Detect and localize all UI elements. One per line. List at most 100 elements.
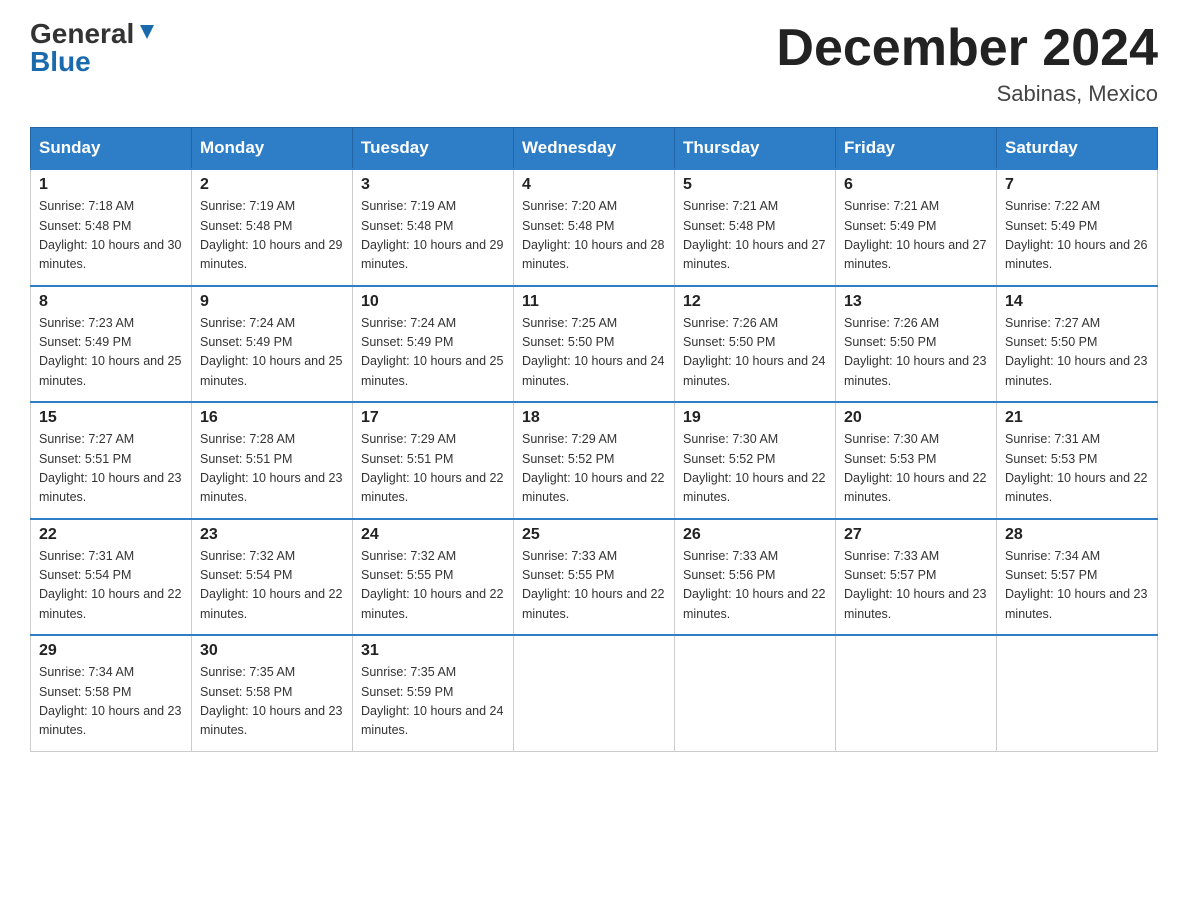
calendar-day-cell: 8 Sunrise: 7:23 AMSunset: 5:49 PMDayligh…	[31, 286, 192, 403]
day-number: 29	[39, 642, 183, 660]
calendar-day-cell: 16 Sunrise: 7:28 AMSunset: 5:51 PMDaylig…	[192, 402, 353, 519]
day-number: 27	[844, 526, 988, 544]
day-info: Sunrise: 7:29 AMSunset: 5:52 PMDaylight:…	[522, 430, 666, 508]
day-info: Sunrise: 7:20 AMSunset: 5:48 PMDaylight:…	[522, 197, 666, 275]
day-info: Sunrise: 7:19 AMSunset: 5:48 PMDaylight:…	[361, 197, 505, 275]
calendar-day-cell	[514, 635, 675, 751]
title-block: December 2024 Sabinas, Mexico	[776, 20, 1158, 107]
day-number: 2	[200, 176, 344, 194]
day-number: 18	[522, 409, 666, 427]
calendar-day-cell: 12 Sunrise: 7:26 AMSunset: 5:50 PMDaylig…	[675, 286, 836, 403]
logo-text-general: General	[30, 20, 134, 48]
day-number: 28	[1005, 526, 1149, 544]
day-number: 16	[200, 409, 344, 427]
calendar-day-cell: 14 Sunrise: 7:27 AMSunset: 5:50 PMDaylig…	[997, 286, 1158, 403]
day-info: Sunrise: 7:27 AMSunset: 5:50 PMDaylight:…	[1005, 314, 1149, 392]
day-info: Sunrise: 7:26 AMSunset: 5:50 PMDaylight:…	[844, 314, 988, 392]
day-number: 13	[844, 293, 988, 311]
day-info: Sunrise: 7:21 AMSunset: 5:48 PMDaylight:…	[683, 197, 827, 275]
calendar-day-cell: 25 Sunrise: 7:33 AMSunset: 5:55 PMDaylig…	[514, 519, 675, 636]
day-info: Sunrise: 7:26 AMSunset: 5:50 PMDaylight:…	[683, 314, 827, 392]
day-info: Sunrise: 7:27 AMSunset: 5:51 PMDaylight:…	[39, 430, 183, 508]
calendar-day-cell: 23 Sunrise: 7:32 AMSunset: 5:54 PMDaylig…	[192, 519, 353, 636]
calendar-day-cell: 3 Sunrise: 7:19 AMSunset: 5:48 PMDayligh…	[353, 169, 514, 286]
calendar-day-cell: 11 Sunrise: 7:25 AMSunset: 5:50 PMDaylig…	[514, 286, 675, 403]
calendar-day-cell: 26 Sunrise: 7:33 AMSunset: 5:56 PMDaylig…	[675, 519, 836, 636]
calendar-day-cell: 2 Sunrise: 7:19 AMSunset: 5:48 PMDayligh…	[192, 169, 353, 286]
calendar-day-cell: 31 Sunrise: 7:35 AMSunset: 5:59 PMDaylig…	[353, 635, 514, 751]
col-friday: Friday	[836, 128, 997, 170]
calendar-table: Sunday Monday Tuesday Wednesday Thursday…	[30, 127, 1158, 752]
calendar-day-cell	[675, 635, 836, 751]
day-info: Sunrise: 7:23 AMSunset: 5:49 PMDaylight:…	[39, 314, 183, 392]
day-number: 11	[522, 293, 666, 311]
col-thursday: Thursday	[675, 128, 836, 170]
calendar-week-row-3: 15 Sunrise: 7:27 AMSunset: 5:51 PMDaylig…	[31, 402, 1158, 519]
day-number: 6	[844, 176, 988, 194]
col-wednesday: Wednesday	[514, 128, 675, 170]
calendar-day-cell: 9 Sunrise: 7:24 AMSunset: 5:49 PMDayligh…	[192, 286, 353, 403]
day-info: Sunrise: 7:32 AMSunset: 5:54 PMDaylight:…	[200, 547, 344, 625]
day-number: 17	[361, 409, 505, 427]
day-info: Sunrise: 7:22 AMSunset: 5:49 PMDaylight:…	[1005, 197, 1149, 275]
day-number: 26	[683, 526, 827, 544]
calendar-day-cell: 13 Sunrise: 7:26 AMSunset: 5:50 PMDaylig…	[836, 286, 997, 403]
calendar-day-cell: 17 Sunrise: 7:29 AMSunset: 5:51 PMDaylig…	[353, 402, 514, 519]
calendar-day-cell: 15 Sunrise: 7:27 AMSunset: 5:51 PMDaylig…	[31, 402, 192, 519]
day-number: 10	[361, 293, 505, 311]
day-info: Sunrise: 7:34 AMSunset: 5:58 PMDaylight:…	[39, 663, 183, 741]
calendar-day-cell	[836, 635, 997, 751]
day-info: Sunrise: 7:33 AMSunset: 5:55 PMDaylight:…	[522, 547, 666, 625]
day-number: 4	[522, 176, 666, 194]
calendar-day-cell: 28 Sunrise: 7:34 AMSunset: 5:57 PMDaylig…	[997, 519, 1158, 636]
day-info: Sunrise: 7:25 AMSunset: 5:50 PMDaylight:…	[522, 314, 666, 392]
calendar-day-cell: 10 Sunrise: 7:24 AMSunset: 5:49 PMDaylig…	[353, 286, 514, 403]
calendar-week-row-4: 22 Sunrise: 7:31 AMSunset: 5:54 PMDaylig…	[31, 519, 1158, 636]
calendar-day-cell: 24 Sunrise: 7:32 AMSunset: 5:55 PMDaylig…	[353, 519, 514, 636]
day-number: 23	[200, 526, 344, 544]
day-number: 20	[844, 409, 988, 427]
day-info: Sunrise: 7:28 AMSunset: 5:51 PMDaylight:…	[200, 430, 344, 508]
day-number: 15	[39, 409, 183, 427]
col-monday: Monday	[192, 128, 353, 170]
calendar-day-cell: 20 Sunrise: 7:30 AMSunset: 5:53 PMDaylig…	[836, 402, 997, 519]
calendar-day-cell: 21 Sunrise: 7:31 AMSunset: 5:53 PMDaylig…	[997, 402, 1158, 519]
day-info: Sunrise: 7:32 AMSunset: 5:55 PMDaylight:…	[361, 547, 505, 625]
day-info: Sunrise: 7:30 AMSunset: 5:52 PMDaylight:…	[683, 430, 827, 508]
day-info: Sunrise: 7:31 AMSunset: 5:54 PMDaylight:…	[39, 547, 183, 625]
logo: General Blue	[30, 20, 158, 76]
day-number: 25	[522, 526, 666, 544]
day-number: 14	[1005, 293, 1149, 311]
day-number: 24	[361, 526, 505, 544]
day-number: 21	[1005, 409, 1149, 427]
day-number: 3	[361, 176, 505, 194]
day-info: Sunrise: 7:19 AMSunset: 5:48 PMDaylight:…	[200, 197, 344, 275]
day-info: Sunrise: 7:34 AMSunset: 5:57 PMDaylight:…	[1005, 547, 1149, 625]
calendar-day-cell	[997, 635, 1158, 751]
day-info: Sunrise: 7:29 AMSunset: 5:51 PMDaylight:…	[361, 430, 505, 508]
calendar-week-row-1: 1 Sunrise: 7:18 AMSunset: 5:48 PMDayligh…	[31, 169, 1158, 286]
logo-text-blue: Blue	[30, 48, 91, 76]
day-info: Sunrise: 7:30 AMSunset: 5:53 PMDaylight:…	[844, 430, 988, 508]
calendar-day-cell: 4 Sunrise: 7:20 AMSunset: 5:48 PMDayligh…	[514, 169, 675, 286]
page-header: General Blue December 2024 Sabinas, Mexi…	[30, 20, 1158, 107]
day-number: 22	[39, 526, 183, 544]
calendar-day-cell: 22 Sunrise: 7:31 AMSunset: 5:54 PMDaylig…	[31, 519, 192, 636]
month-title: December 2024	[776, 20, 1158, 77]
day-info: Sunrise: 7:35 AMSunset: 5:59 PMDaylight:…	[361, 663, 505, 741]
calendar-header-row: Sunday Monday Tuesday Wednesday Thursday…	[31, 128, 1158, 170]
day-info: Sunrise: 7:35 AMSunset: 5:58 PMDaylight:…	[200, 663, 344, 741]
day-info: Sunrise: 7:21 AMSunset: 5:49 PMDaylight:…	[844, 197, 988, 275]
day-number: 5	[683, 176, 827, 194]
calendar-day-cell: 19 Sunrise: 7:30 AMSunset: 5:52 PMDaylig…	[675, 402, 836, 519]
col-saturday: Saturday	[997, 128, 1158, 170]
calendar-day-cell: 27 Sunrise: 7:33 AMSunset: 5:57 PMDaylig…	[836, 519, 997, 636]
day-number: 7	[1005, 176, 1149, 194]
day-info: Sunrise: 7:31 AMSunset: 5:53 PMDaylight:…	[1005, 430, 1149, 508]
day-info: Sunrise: 7:24 AMSunset: 5:49 PMDaylight:…	[200, 314, 344, 392]
day-number: 1	[39, 176, 183, 194]
calendar-week-row-2: 8 Sunrise: 7:23 AMSunset: 5:49 PMDayligh…	[31, 286, 1158, 403]
day-number: 8	[39, 293, 183, 311]
calendar-day-cell: 6 Sunrise: 7:21 AMSunset: 5:49 PMDayligh…	[836, 169, 997, 286]
day-info: Sunrise: 7:33 AMSunset: 5:57 PMDaylight:…	[844, 547, 988, 625]
